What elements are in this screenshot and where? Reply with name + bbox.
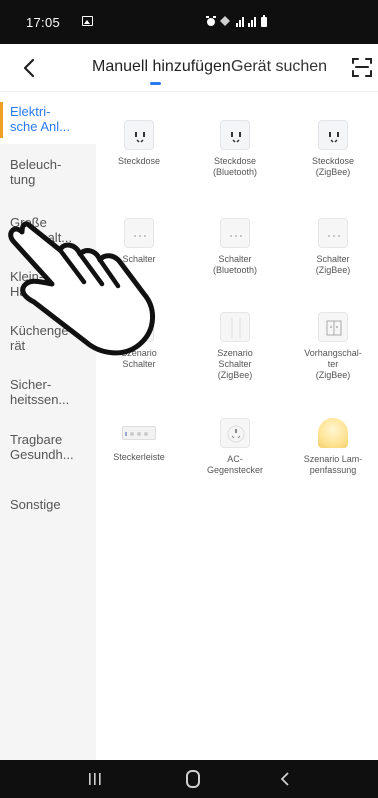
- device-label: Steckdose (ZigBee): [311, 156, 355, 177]
- device-socket[interactable]: Steckdose: [96, 120, 182, 167]
- pointing-hand-icon: [8, 221, 155, 356]
- tab-manual-add[interactable]: Manuell hinzufügen: [92, 58, 231, 76]
- socket-icon: [220, 120, 250, 150]
- lamp-icon: [318, 418, 348, 448]
- home-icon[interactable]: [186, 770, 200, 788]
- socket-icon: [318, 120, 348, 150]
- tab-device-search[interactable]: Gerät suchen: [231, 58, 327, 76]
- device-label: Steckdose: [117, 156, 161, 166]
- power-strip-icon: [122, 426, 156, 440]
- device-power-strip[interactable]: Steckerleiste: [96, 418, 182, 463]
- status-time: 17:05: [26, 15, 61, 30]
- device-socket-bluetooth[interactable]: Steckdose (Bluetooth): [192, 120, 278, 178]
- device-curtain-switch-zigbee[interactable]: Vorhangschal- ter (ZigBee): [290, 312, 376, 381]
- sidebar-item-other[interactable]: Sonstige: [10, 497, 94, 512]
- device-switch-bluetooth[interactable]: Schalter (Bluetooth): [192, 218, 278, 276]
- switch-icon: [318, 218, 348, 248]
- alarm-icon: [206, 16, 216, 26]
- recent-apps-icon[interactable]: [88, 772, 102, 786]
- device-label: Steckerleiste: [113, 452, 165, 462]
- device-label: Schalter (Bluetooth): [212, 254, 258, 275]
- device-label: Szenario Schalter (ZigBee): [217, 348, 253, 380]
- device-scene-switch-zigbee[interactable]: Szenario Schalter (ZigBee): [192, 312, 278, 381]
- sidebar-item-lighting[interactable]: Beleuch- tung: [10, 157, 94, 187]
- socket-icon: [124, 120, 154, 150]
- nav-back-icon[interactable]: [278, 771, 292, 787]
- scene-switch-icon: [220, 312, 250, 342]
- curtain-switch-icon: [318, 312, 348, 342]
- plug-icon: [220, 418, 250, 448]
- device-label: Vorhangschal- ter (ZigBee): [304, 348, 362, 380]
- switch-icon: [220, 218, 250, 248]
- back-arrow-icon[interactable]: [18, 54, 42, 82]
- wifi-icon: [220, 16, 230, 26]
- sidebar-item-electrical[interactable]: Elektri- sche Anl...: [10, 104, 94, 134]
- scan-icon[interactable]: [351, 56, 373, 78]
- android-nav-bar: [0, 760, 378, 798]
- device-label: Steckdose (Bluetooth): [212, 156, 258, 177]
- signal-icon: [236, 17, 256, 27]
- app-header: Manuell hinzufügen Gerät suchen: [0, 44, 378, 92]
- category-sidebar: Elektri- sche Anl... Beleuch- tung Große…: [0, 92, 96, 760]
- sidebar-item-security[interactable]: Sicher- heitssen...: [10, 377, 94, 407]
- device-label: Szenario Lam- penfassung: [303, 454, 363, 475]
- battery-icon: [261, 15, 267, 27]
- device-label: AC- Gegenstecker: [206, 454, 264, 475]
- device-socket-zigbee[interactable]: Steckdose (ZigBee): [290, 120, 376, 178]
- sidebar-item-wearable-health[interactable]: Tragbare Gesundh...: [10, 432, 94, 462]
- device-ac-plug[interactable]: AC- Gegenstecker: [192, 418, 278, 476]
- image-notification-icon: [82, 16, 93, 26]
- active-category-indicator: [0, 102, 3, 138]
- device-label: Schalter (ZigBee): [315, 254, 351, 275]
- device-switch-zigbee[interactable]: Schalter (ZigBee): [290, 218, 376, 276]
- device-scene-lamp-socket[interactable]: Szenario Lam- penfassung: [290, 418, 376, 476]
- system-status-icons: [206, 15, 267, 27]
- status-bar: 17:05: [0, 0, 378, 44]
- device-grid: Steckdose Steckdose (Bluetooth) Steckdos…: [96, 92, 378, 760]
- tab-active-indicator: [150, 82, 161, 85]
